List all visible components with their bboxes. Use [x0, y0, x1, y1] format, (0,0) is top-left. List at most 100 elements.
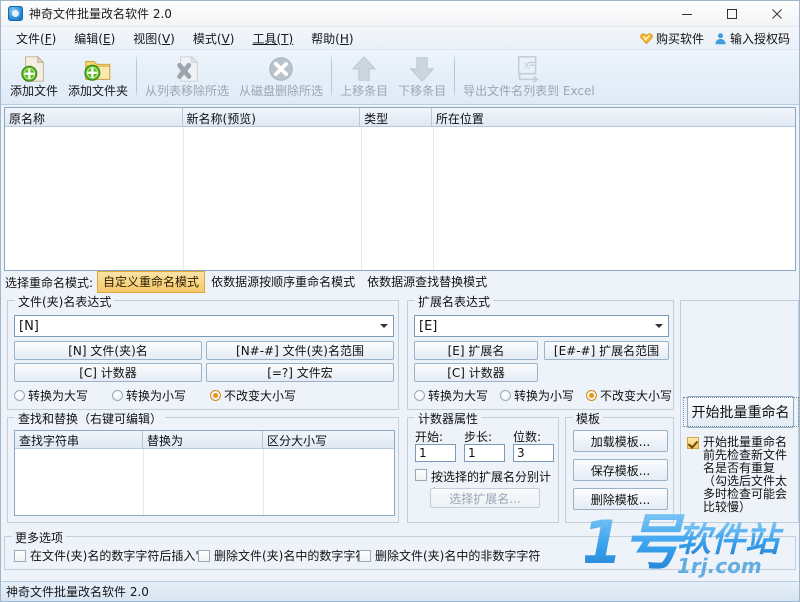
rename-mode-label: 选择重命名模式: — [5, 275, 94, 290]
save-template-button[interactable]: 保存模板... — [573, 459, 668, 481]
add-file-button[interactable]: 添加文件 — [5, 50, 63, 103]
maximize-icon[interactable] — [709, 1, 754, 27]
name-case-unchanged-radio[interactable]: 不改变大小写 — [210, 387, 296, 404]
menu-help[interactable]: 帮助(H) — [302, 28, 362, 49]
extension-expression-title: 扩展名表达式 — [415, 293, 494, 310]
menu-mode-tail: ) — [229, 31, 235, 46]
minimize-icon[interactable] — [664, 1, 709, 27]
add-file-label: 添加文件 — [10, 84, 59, 98]
heart-icon — [640, 33, 653, 45]
menu-file[interactable]: 文件(F) — [7, 28, 65, 49]
buy-software-label: 购买软件 — [655, 32, 704, 46]
name-case-lower-radio[interactable]: 转换为小写 — [112, 387, 186, 404]
ext-case-upper-label: 转换为大写 — [428, 389, 489, 403]
extension-expression-group: 扩展名表达式 [E] [E] 扩展名 [E#-#] 扩展名范围 [C] 计数器 … — [407, 293, 674, 410]
menu-edit-mnemonic: E — [102, 31, 111, 46]
toolbar-separator-2 — [331, 53, 333, 99]
counter-digits-input[interactable]: 3 — [513, 444, 554, 462]
menu-file-tail: ) — [51, 31, 57, 46]
checkbox-indicator — [198, 549, 210, 562]
counter-step-input[interactable]: 1 — [464, 444, 505, 462]
fr-column-case-sensitive[interactable]: 区分大小写 — [263, 431, 394, 448]
user-icon — [715, 33, 726, 45]
column-header-original-name[interactable]: 原名称 — [5, 108, 183, 126]
file-list[interactable]: 原名称 新名称(预览) 类型 所在位置 — [4, 107, 796, 271]
counter-start-input[interactable]: 1 — [415, 444, 456, 462]
column-divider-3 — [433, 127, 434, 270]
checkbox-indicator — [415, 469, 427, 481]
fr-column-replace[interactable]: 替换为 — [143, 431, 263, 448]
extension-expression-combo[interactable]: [E] — [414, 315, 669, 337]
enter-license-label: 输入授权码 — [729, 32, 790, 46]
column-header-type[interactable]: 类型 — [360, 108, 432, 126]
file-list-body[interactable] — [5, 127, 795, 270]
add-folder-button[interactable]: 添加文件夹 — [63, 50, 133, 103]
remove-digits-checkbox[interactable]: 删除文件(夹)名中的数字字符 — [198, 547, 367, 564]
insert-extension-button[interactable]: [E] 扩展名 — [414, 341, 538, 360]
mode-tab-custom[interactable]: 自定义重命名模式 — [97, 271, 206, 293]
ext-case-lower-radio[interactable]: 转换为小写 — [500, 387, 574, 404]
menu-view[interactable]: 视图(V) — [124, 28, 184, 49]
menu-help-tail: ) — [348, 31, 354, 46]
chevron-down-icon[interactable] — [380, 324, 388, 328]
export-excel-icon: X — [517, 56, 539, 83]
menu-bar: 文件(F) 编辑(E) 视图(V) 模式(V) 工具(T) 帮助(H) 购买软件… — [1, 27, 799, 50]
toolbar: 添加文件 添加文件夹 从列表移除所选 从磁盘删除所选 上移条目 下移条目 X 导… — [1, 50, 799, 105]
menu-edit[interactable]: 编辑(E) — [65, 28, 124, 49]
menu-mode[interactable]: 模式(V) — [184, 28, 244, 49]
insert-name-range-button[interactable]: [N#-#] 文件(夹)名范围 — [206, 341, 394, 360]
menu-edit-tail: ) — [110, 31, 116, 46]
mode-tab-datasource-sequential[interactable]: 依数据源按顺序重命名模式 — [205, 271, 361, 293]
duplicate-check-checkbox[interactable]: 开始批量重命名前先检查新文件名是否有重复（勾选后文件太多时检查可能会比较慢） — [687, 436, 795, 514]
insert-extension-range-button[interactable]: [E#-#] 扩展名范围 — [544, 341, 669, 360]
enter-license-link[interactable]: 输入授权码 — [711, 30, 793, 47]
ext-case-unchanged-radio[interactable]: 不改变大小写 — [586, 387, 672, 404]
name-case-lower-label: 转换为小写 — [126, 389, 187, 403]
checkbox-indicator — [359, 549, 371, 562]
remove-non-digits-checkbox[interactable]: 删除文件(夹)名中的非数字字符 — [359, 547, 540, 564]
insert-dash-after-digits-checkbox[interactable]: 在文件(夹)名的数字字符后插入"-" — [14, 547, 211, 564]
ext-case-unchanged-label: 不改变大小写 — [600, 389, 673, 403]
menu-help-mnemonic: H — [339, 31, 349, 46]
insert-extension-counter-button[interactable]: [C] 计数器 — [414, 363, 538, 382]
counter-properties-group: 计数器属性 开始: 步长: 位数: 1 1 3 按选择的扩展名分别计数 选择扩展… — [407, 410, 559, 523]
menu-tools[interactable]: 工具(T) — [243, 28, 302, 49]
start-batch-rename-button[interactable]: 开始批量重命名 — [682, 396, 799, 428]
delete-template-button[interactable]: 删除模板... — [573, 488, 668, 510]
find-replace-body[interactable] — [15, 449, 394, 515]
fr-column-find[interactable]: 查找字符串 — [15, 431, 143, 448]
settings-panels: 文件(夹)名表达式 [N] [N] 文件(夹)名 [N#-#] 文件(夹)名范围… — [4, 293, 799, 530]
move-up-button[interactable]: 上移条目 — [335, 50, 393, 103]
menu-view-text: 视图( — [133, 31, 162, 46]
close-icon[interactable] — [754, 1, 799, 27]
chevron-down-icon[interactable] — [655, 324, 663, 328]
more-options-title: 更多选项 — [12, 529, 67, 546]
name-case-upper-radio[interactable]: 转换为大写 — [14, 387, 88, 404]
delete-from-disk-button[interactable]: 从磁盘删除所选 — [234, 50, 328, 103]
move-down-button[interactable]: 下移条目 — [393, 50, 451, 103]
remove-from-list-button[interactable]: 从列表移除所选 — [140, 50, 234, 103]
find-replace-table[interactable]: 查找字符串 替换为 区分大小写 — [14, 430, 395, 516]
column-header-location[interactable]: 所在位置 — [432, 108, 795, 126]
menu-help-text: 帮助( — [311, 31, 340, 46]
delete-from-disk-label: 从磁盘删除所选 — [239, 84, 324, 98]
insert-file-macro-button[interactable]: [=?] 文件宏 — [206, 363, 394, 382]
column-header-new-name[interactable]: 新名称(预览) — [183, 108, 361, 126]
move-down-label: 下移条目 — [398, 84, 447, 98]
load-template-button[interactable]: 加载模板... — [573, 430, 668, 452]
add-file-icon — [21, 55, 45, 82]
mode-tab-datasource-findreplace[interactable]: 依数据源查找替换模式 — [361, 271, 493, 293]
menu-mode-mnemonic: V — [221, 31, 230, 46]
name-expression-combo[interactable]: [N] — [14, 315, 394, 337]
name-expression-value: [N] — [19, 318, 39, 334]
add-folder-icon — [84, 61, 111, 81]
insert-counter-button[interactable]: [C] 计数器 — [14, 363, 202, 382]
ext-case-upper-radio[interactable]: 转换为大写 — [414, 387, 488, 404]
select-extension-button[interactable]: 选择扩展名... — [430, 488, 540, 508]
buy-software-link[interactable]: 购买软件 — [637, 30, 707, 47]
insert-name-button[interactable]: [N] 文件(夹)名 — [14, 341, 202, 360]
menu-bar-right: 购买软件 输入授权码 — [637, 27, 793, 50]
name-expression-title: 文件(夹)名表达式 — [15, 293, 115, 310]
extension-expression-value: [E] — [419, 318, 438, 334]
export-excel-button[interactable]: X 导出文件名列表到 Excel — [458, 50, 600, 103]
